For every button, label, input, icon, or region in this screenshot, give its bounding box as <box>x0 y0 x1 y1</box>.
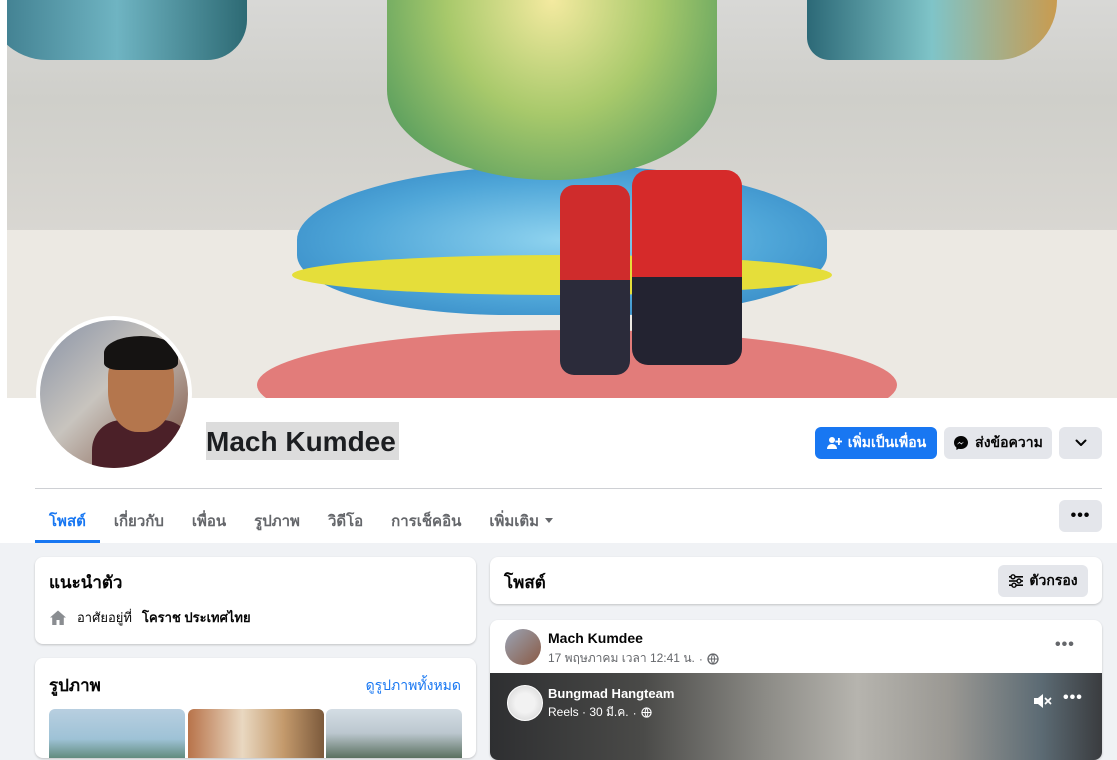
reel-video[interactable]: Bungmad Hangteam Reels · 30 มี.ค. · ••• <box>490 673 1102 760</box>
cover-mosaic-right <box>807 0 1057 60</box>
reel-author-name[interactable]: Bungmad Hangteam <box>548 686 674 701</box>
tab-videos[interactable]: วิดีโอ <box>314 498 377 543</box>
profile-avatar[interactable] <box>36 316 192 472</box>
tab-about[interactable]: เกี่ยวกับ <box>100 498 178 543</box>
chevron-down-icon <box>1075 439 1086 446</box>
lives-in-row: อาศัยอยู่ที่ โคราช ประเทศไทย <box>49 607 251 628</box>
globe-icon <box>707 652 719 665</box>
profile-tabs: โพสต์ เกี่ยวกับ เพื่อน รูปภาพ วิดีโอ การ… <box>35 498 567 543</box>
tab-label: การเช็คอิน <box>391 512 462 530</box>
tab-label: โพสต์ <box>49 512 86 530</box>
photo-thumbnail[interactable] <box>326 709 462 758</box>
add-friend-button[interactable]: เพิ่มเป็นเพื่อน <box>815 427 937 459</box>
photos-title: รูปภาพ <box>49 676 101 695</box>
profile-name: Mach Kumdee <box>206 426 396 457</box>
add-friend-icon <box>826 437 842 449</box>
intro-card: แนะนำตัว อาศัยอยู่ที่ โคราช ประเทศไทย <box>35 557 476 644</box>
caret-down-icon <box>545 518 554 523</box>
post-meta: 17 พฤษภาคม เวลา 12:41 น. · <box>548 649 719 668</box>
tabs-more-button[interactable]: ••• <box>1059 500 1102 532</box>
globe-icon <box>640 707 652 718</box>
tab-label: เพิ่มเติม <box>489 512 540 530</box>
add-friend-label: เพิ่มเป็นเพื่อน <box>847 434 927 450</box>
tab-label: วิดีโอ <box>327 512 364 530</box>
photos-card: รูปภาพ ดูรูปภาพทั้งหมด <box>35 658 476 758</box>
profile-options-button[interactable] <box>1059 427 1102 459</box>
messenger-icon <box>954 436 969 450</box>
avatar-hair <box>104 336 178 370</box>
mute-icon[interactable] <box>1032 691 1052 711</box>
tab-photos[interactable]: รูปภาพ <box>240 498 314 543</box>
message-button[interactable]: ส่งข้อความ <box>944 427 1052 459</box>
profile-header: Mach Kumdee เพิ่มเป็นเพื่อน ส่งข้อความ โ… <box>0 0 1117 543</box>
cover-lotus-statue <box>387 0 717 180</box>
filter-label: ตัวกรอง <box>1029 572 1078 588</box>
lives-in-prefix: อาศัยอยู่ที่ <box>77 610 132 625</box>
post-author-avatar[interactable] <box>505 629 541 665</box>
reel-more-icon[interactable]: ••• <box>1063 689 1083 707</box>
reel-meta: Reels · 30 มี.ค. · <box>548 703 652 722</box>
tab-label: เพื่อน <box>191 512 227 530</box>
intro-title: แนะนำตัว <box>49 573 123 592</box>
cover-photo[interactable] <box>7 0 1117 398</box>
filter-button[interactable]: ตัวกรอง <box>998 565 1088 597</box>
tab-checkins[interactable]: การเช็คอิน <box>377 498 475 543</box>
posts-header-card: โพสต์ ตัวกรอง <box>490 557 1102 604</box>
post-card: Mach Kumdee 17 พฤษภาคม เวลา 12:41 น. · •… <box>490 620 1102 760</box>
tab-label: เกี่ยวกับ <box>113 512 164 530</box>
see-all-photos-link[interactable]: ดูรูปภาพทั้งหมด <box>366 675 461 697</box>
header-divider <box>35 488 1102 489</box>
tab-friends[interactable]: เพื่อน <box>178 498 240 543</box>
home-icon <box>50 610 66 625</box>
reel-meta-text: Reels · 30 มี.ค. <box>548 705 629 719</box>
photo-thumbnail[interactable] <box>188 709 324 758</box>
tab-label: รูปภาพ <box>254 512 300 530</box>
cover-person-adult <box>632 170 742 365</box>
meta-separator: · <box>632 705 637 720</box>
cover-mosaic-left <box>7 0 247 60</box>
photo-thumbnail[interactable] <box>49 709 185 758</box>
post-author-name[interactable]: Mach Kumdee <box>548 630 643 646</box>
more-icon: ••• <box>1070 507 1091 524</box>
tab-posts[interactable]: โพสต์ <box>35 498 100 543</box>
posts-title: โพสต์ <box>504 573 546 592</box>
meta-separator: · <box>698 651 703 666</box>
reel-author-avatar[interactable] <box>507 685 543 721</box>
tab-more[interactable]: เพิ่มเติม <box>475 498 567 543</box>
post-more-icon[interactable]: ••• <box>1055 636 1075 654</box>
post-timestamp[interactable]: 17 พฤษภาคม เวลา 12:41 น. <box>548 649 695 668</box>
lives-in-place[interactable]: โคราช ประเทศไทย <box>142 607 251 628</box>
filter-icon <box>1009 574 1024 588</box>
profile-picture <box>40 320 188 468</box>
cover-person-child <box>560 185 630 375</box>
message-label: ส่งข้อความ <box>975 434 1043 450</box>
